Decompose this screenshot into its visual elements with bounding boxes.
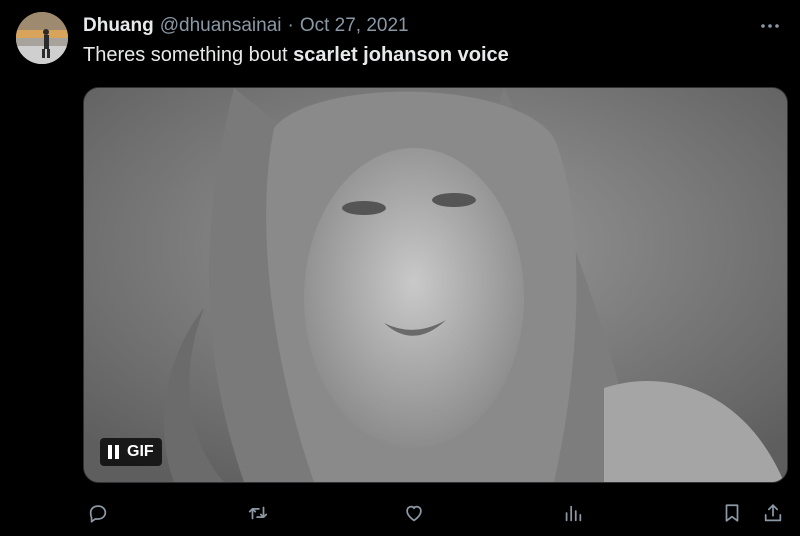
tweet[interactable]: Dhuang @dhuansainai · Oct 27, 2021 There…: [0, 0, 800, 536]
bookmark-button[interactable]: [717, 498, 747, 528]
share-icon: [764, 504, 782, 522]
tweet-text-bold: scarlet johanson voice: [293, 44, 509, 66]
gif-label: GIF: [127, 443, 154, 460]
views-button[interactable]: [558, 498, 588, 528]
bookmark-icon: [725, 504, 739, 522]
avatar-photo: [16, 12, 68, 64]
views-chart-icon: [565, 505, 582, 522]
avatar[interactable]: [16, 12, 68, 64]
tweet-actions: [83, 498, 788, 528]
tweet-text: Theres something bout scarlet johanson v…: [83, 44, 509, 67]
gif-image: [84, 88, 787, 482]
reply-icon: [89, 505, 107, 523]
gif-pause-toggle[interactable]: GIF: [100, 438, 162, 466]
reply-button[interactable]: [83, 498, 113, 528]
author-handle[interactable]: @dhuansainai: [160, 15, 282, 37]
author-name[interactable]: Dhuang: [83, 15, 154, 37]
tweet-date[interactable]: Oct 27, 2021: [300, 15, 409, 37]
tweet-media-gif[interactable]: GIF: [83, 87, 788, 483]
more-button[interactable]: [756, 12, 784, 40]
more-dots-icon: [761, 24, 779, 28]
like-button[interactable]: [399, 498, 429, 528]
tweet-header: Dhuang @dhuansainai · Oct 27, 2021: [83, 14, 409, 38]
header-separator: ·: [287, 15, 294, 36]
tweet-text-plain: Theres something bout: [83, 44, 294, 66]
retweet-button[interactable]: [243, 498, 273, 528]
retweet-icon: [248, 506, 268, 520]
heart-icon: [406, 505, 422, 522]
share-button[interactable]: [758, 498, 788, 528]
pause-icon: [108, 445, 119, 459]
